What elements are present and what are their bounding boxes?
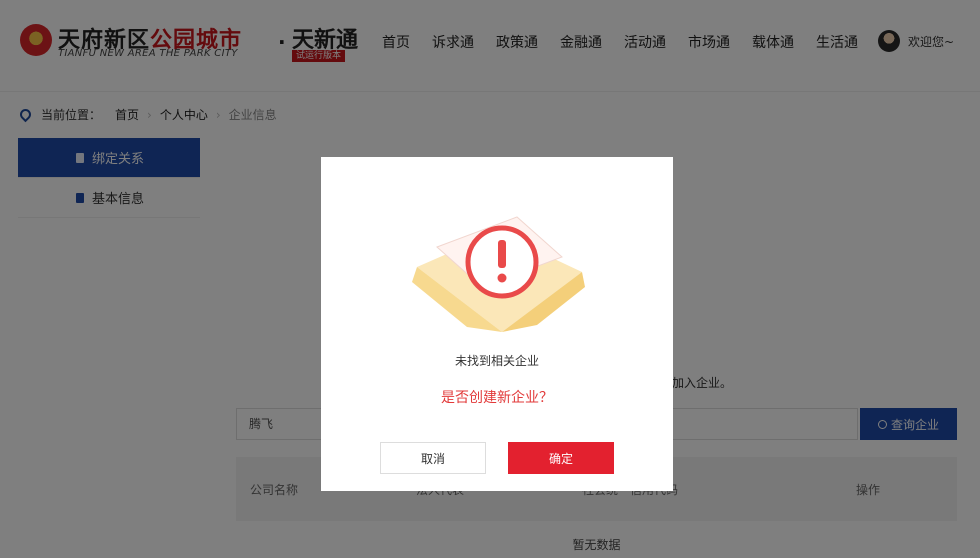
cancel-button[interactable]: 取消 <box>380 442 486 474</box>
dialog-message: 未找到相关企业 <box>454 354 539 368</box>
not-found-dialog: 未找到相关企业 是否创建新企业？ 取消 确定 <box>321 157 673 491</box>
dialog-question: 是否创建新企业？ <box>441 390 553 406</box>
confirm-button[interactable]: 确定 <box>508 442 614 474</box>
warning-envelope-icon <box>412 216 585 332</box>
